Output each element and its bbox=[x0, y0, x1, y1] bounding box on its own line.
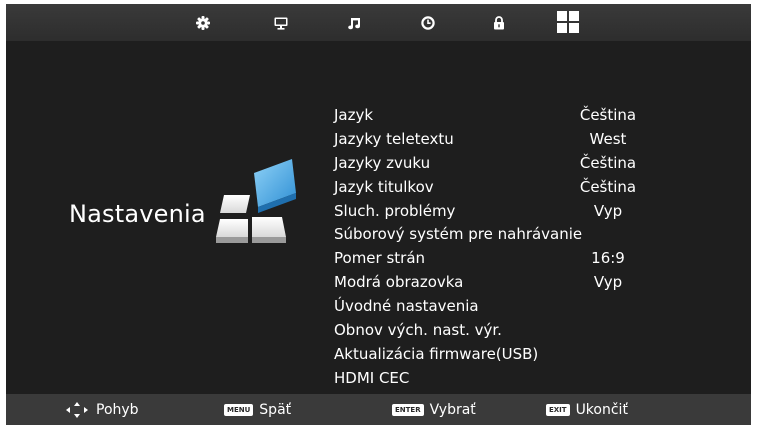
gear-icon[interactable] bbox=[192, 12, 214, 34]
hint-exit-label: Ukončiť bbox=[576, 402, 628, 418]
clock-icon[interactable] bbox=[417, 12, 439, 34]
menu-item-value: Čeština bbox=[566, 152, 650, 176]
menu-item-jazyky-teletextu[interactable]: Jazyky teletextu West bbox=[334, 128, 744, 152]
music-note-icon[interactable] bbox=[343, 12, 365, 34]
menu-item-suborovy-system[interactable]: Súborový systém pre nahrávanie bbox=[334, 223, 744, 247]
menu-item-jazyk-titulkov[interactable]: Jazyk titulkov Čeština bbox=[334, 176, 744, 200]
dpad-arrows-icon bbox=[66, 402, 88, 418]
menu-item-value: West bbox=[566, 128, 650, 152]
enter-key-icon: ENTER bbox=[392, 404, 424, 416]
menu-item-label: Modrá obrazovka bbox=[334, 273, 463, 291]
hint-back-label: Späť bbox=[259, 402, 291, 418]
button-hint-bar: Pohyb MENU Späť ENTER Vybrať EXIT Ukonči… bbox=[6, 394, 751, 425]
grid-icon[interactable] bbox=[554, 7, 582, 37]
exit-key-icon: EXIT bbox=[546, 404, 570, 416]
menu-item-value: Vyp bbox=[566, 271, 650, 295]
menu-item-hdmi-cec[interactable]: HDMI CEC bbox=[334, 367, 744, 391]
hint-select: ENTER Vybrať bbox=[392, 394, 476, 425]
menu-item-label: Úvodné nastavenia bbox=[334, 297, 479, 315]
menu-key-icon: MENU bbox=[224, 404, 253, 416]
menu-item-jazyk[interactable]: Jazyk Čeština bbox=[334, 104, 744, 128]
tv-settings-screen: Nastavenia JazykČeština Jazy bbox=[6, 4, 751, 425]
menu-item-uvodne-nastavenia[interactable]: Úvodné nastavenia bbox=[334, 295, 744, 319]
settings-menu-list: Jazyk Čeština Jazyky teletextu West Jazyky… bbox=[334, 104, 744, 391]
menu-item-label: Jazyky teletextu bbox=[334, 130, 454, 148]
menu-item-obnov-nastavenia[interactable]: Obnov vých. nast. výr. bbox=[334, 319, 744, 343]
hint-move-label: Pohyb bbox=[96, 402, 139, 418]
menu-item-sluch-problemy[interactable]: Sluch. problémy Vyp bbox=[334, 200, 744, 224]
hint-back: MENU Späť bbox=[224, 394, 291, 425]
menu-item-label: HDMI CEC bbox=[334, 369, 409, 387]
menu-item-label: Jazyky zvuku bbox=[334, 154, 430, 172]
menu-item-label: Sluch. problémy bbox=[334, 202, 455, 220]
lock-icon[interactable] bbox=[488, 12, 510, 34]
menu-item-value: Vyp bbox=[566, 200, 650, 224]
menu-item-label: Pomer strán bbox=[334, 249, 425, 267]
menu-item-value: Čeština bbox=[566, 104, 650, 128]
menu-item-value: 16:9 bbox=[566, 247, 650, 271]
menu-item-label: Aktualizácia firmware(USB) bbox=[334, 345, 538, 363]
menu-item-label: Jazyk titulkov bbox=[334, 178, 434, 196]
menu-item-label: Obnov vých. nast. výr. bbox=[334, 321, 502, 339]
menu-item-modra-obrazovka[interactable]: Modrá obrazovka Vyp bbox=[334, 271, 744, 295]
menu-item-label: Súborový systém pre nahrávanie bbox=[334, 225, 582, 243]
category-tab-bar bbox=[6, 4, 751, 41]
menu-item-aktualizacia-firmware[interactable]: Aktualizácia firmware(USB) bbox=[334, 343, 744, 367]
settings-blocks-icon bbox=[210, 157, 300, 257]
hint-select-label: Vybrať bbox=[430, 402, 476, 418]
menu-item-jazyky-zvuku[interactable]: Jazyky zvuku Čeština bbox=[334, 152, 744, 176]
menu-item-label: Jazyk bbox=[334, 106, 373, 124]
monitor-icon[interactable] bbox=[270, 12, 292, 34]
hint-exit: EXIT Ukončiť bbox=[546, 394, 628, 425]
page-title: Nastavenia bbox=[69, 200, 206, 228]
menu-item-value: Čeština bbox=[566, 176, 650, 200]
hint-move: Pohyb bbox=[66, 394, 139, 425]
menu-item-pomer-stran[interactable]: Pomer strán 16:9 bbox=[334, 247, 744, 271]
